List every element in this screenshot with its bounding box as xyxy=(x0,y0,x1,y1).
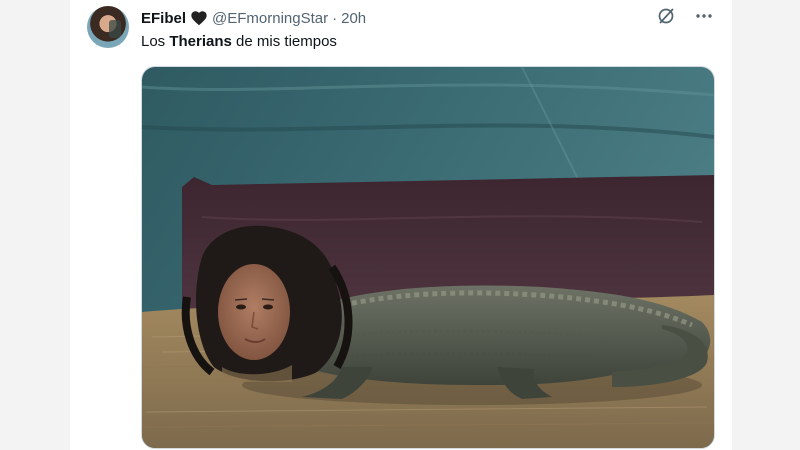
more-icon[interactable] xyxy=(694,6,714,26)
tweet-text: Los Therians de mis tiempos xyxy=(141,33,337,50)
tweet-image[interactable] xyxy=(141,66,715,449)
header-actions xyxy=(656,6,714,26)
timestamp[interactable]: 20h xyxy=(341,10,366,27)
black-heart-icon xyxy=(190,10,208,26)
author-handle[interactable]: @EFmorningStar xyxy=(212,10,328,27)
tweet-header: EFibel @EFmorningStar · 20h xyxy=(141,8,366,28)
author-name[interactable]: EFibel xyxy=(141,10,186,27)
photo-illustration xyxy=(142,67,714,448)
text-bold: Therians xyxy=(169,33,232,50)
text-part: Los xyxy=(141,33,170,50)
avatar[interactable] xyxy=(87,6,129,48)
tweet-card[interactable]: EFibel @EFmorningStar · 20h Los Therians… xyxy=(69,0,733,450)
separator-dot: · xyxy=(332,9,338,27)
grok-icon[interactable] xyxy=(656,6,676,26)
text-part: de mis tiempos xyxy=(231,33,337,50)
